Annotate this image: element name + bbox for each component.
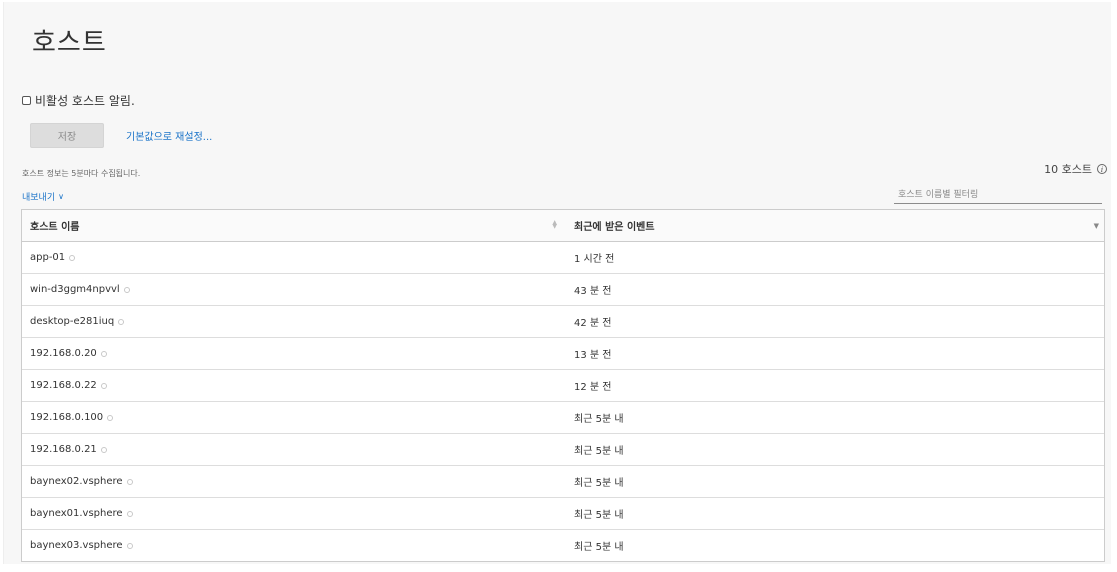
table-body: app-01 1 시간 전 win-d3ggm4npvvl 43 분 전 desktop… — [22, 242, 1104, 561]
last-event-cell: 최근 5분 내 — [574, 478, 624, 489]
table-row[interactable]: baynex02.vsphere 최근 5분 내 — [22, 466, 1104, 498]
table-row[interactable]: win-d3ggm4npvvl 43 분 전 — [22, 274, 1104, 306]
table-row[interactable]: 192.168.0.100 최근 5분 내 — [22, 402, 1104, 434]
host-name-cell: app-01 — [22, 242, 563, 273]
collection-info-text: 호스트 정보는 5분마다 수집됩니다. — [22, 169, 141, 178]
host-name-cell: baynex03.vsphere — [22, 530, 563, 561]
hosts-page: 호스트 비활성 호스트 알림. 저장 기본값으로 재설정... 호스트 정보는 … — [3, 2, 1111, 564]
host-status-icon — [126, 542, 133, 549]
host-count: 10 호스트 i — [1044, 161, 1107, 177]
host-name[interactable]: 192.168.0.20 — [30, 348, 97, 359]
table-row[interactable]: 192.168.0.22 12 분 전 — [22, 370, 1104, 402]
host-name-filter-input[interactable] — [894, 186, 1102, 204]
last-event-cell: 12 분 전 — [574, 382, 612, 393]
host-count-label: 10 호스트 — [1044, 163, 1092, 176]
column-header-host-name-label: 호스트 이름 — [30, 222, 80, 233]
host-name-cell: baynex01.vsphere — [22, 498, 563, 529]
chevron-down-icon: ∨ — [58, 192, 64, 201]
host-status-icon — [100, 446, 107, 453]
export-label: 내보내기 — [22, 193, 56, 203]
host-name[interactable]: desktop-e281iuq — [30, 316, 114, 327]
host-name[interactable]: app-01 — [30, 252, 65, 263]
host-name-cell: baynex02.vsphere — [22, 466, 563, 497]
host-status-icon — [69, 254, 76, 261]
page-title: 호스트 — [32, 28, 107, 58]
host-status-icon — [126, 478, 133, 485]
table-row[interactable]: baynex01.vsphere 최근 5분 내 — [22, 498, 1104, 530]
last-event-cell: 최근 5분 내 — [574, 510, 624, 521]
host-name-cell: 192.168.0.21 — [22, 434, 563, 465]
last-event-cell: 43 분 전 — [574, 286, 612, 297]
column-header-last-event-label: 최근에 받은 이벤트 — [574, 222, 655, 233]
last-event-cell: 최근 5분 내 — [574, 414, 624, 425]
inactive-host-alert-checkbox[interactable] — [22, 96, 31, 105]
column-menu-icon[interactable]: ▼ — [1094, 222, 1099, 230]
host-name[interactable]: 192.168.0.22 — [30, 380, 97, 391]
hosts-table: 호스트 이름 ▲ ▼ 최근에 받은 이벤트 ▼ app-01 1 시간 전 win-d… — [21, 209, 1105, 562]
sort-icon[interactable]: ▲ ▼ — [552, 220, 557, 230]
table-row[interactable]: 192.168.0.21 최근 5분 내 — [22, 434, 1104, 466]
host-status-icon — [118, 318, 125, 325]
table-header: 호스트 이름 ▲ ▼ 최근에 받은 이벤트 ▼ — [22, 210, 1104, 242]
export-dropdown[interactable]: 내보내기 ∨ — [22, 190, 64, 203]
column-header-last-event[interactable]: 최근에 받은 이벤트 ▼ — [563, 210, 1104, 241]
table-row[interactable]: baynex03.vsphere 최근 5분 내 — [22, 530, 1104, 561]
host-name-cell: 192.168.0.22 — [22, 370, 563, 401]
host-name[interactable]: 192.168.0.100 — [30, 412, 103, 423]
last-event-cell: 13 분 전 — [574, 350, 612, 361]
host-name[interactable]: baynex02.vsphere — [30, 476, 123, 487]
host-name-cell: 192.168.0.100 — [22, 402, 563, 433]
host-status-icon — [126, 510, 133, 517]
inactive-host-alert-label: 비활성 호스트 알림. — [35, 94, 135, 108]
host-name[interactable]: baynex01.vsphere — [30, 508, 123, 519]
last-event-cell: 최근 5분 내 — [574, 542, 624, 553]
inactive-host-alert-option[interactable]: 비활성 호스트 알림. — [22, 92, 135, 109]
save-button[interactable]: 저장 — [30, 123, 104, 148]
host-name-cell: desktop-e281iuq — [22, 306, 563, 337]
last-event-cell: 최근 5분 내 — [574, 446, 624, 457]
last-event-cell: 42 분 전 — [574, 318, 612, 329]
host-name-cell: win-d3ggm4npvvl — [22, 274, 563, 305]
reset-to-default-link[interactable]: 기본값으로 재설정... — [126, 128, 212, 143]
host-status-icon — [123, 286, 130, 293]
last-event-cell: 1 시간 전 — [574, 254, 615, 265]
host-name[interactable]: 192.168.0.21 — [30, 444, 97, 455]
host-status-icon — [100, 382, 107, 389]
table-row[interactable]: app-01 1 시간 전 — [22, 242, 1104, 274]
host-name[interactable]: baynex03.vsphere — [30, 540, 123, 551]
host-status-icon — [100, 350, 107, 357]
table-row[interactable]: desktop-e281iuq 42 분 전 — [22, 306, 1104, 338]
host-name[interactable]: win-d3ggm4npvvl — [30, 284, 120, 295]
info-icon[interactable]: i — [1097, 164, 1107, 174]
column-header-host-name[interactable]: 호스트 이름 ▲ ▼ — [22, 210, 563, 241]
host-status-icon — [107, 414, 114, 421]
table-row[interactable]: 192.168.0.20 13 분 전 — [22, 338, 1104, 370]
host-name-cell: 192.168.0.20 — [22, 338, 563, 369]
